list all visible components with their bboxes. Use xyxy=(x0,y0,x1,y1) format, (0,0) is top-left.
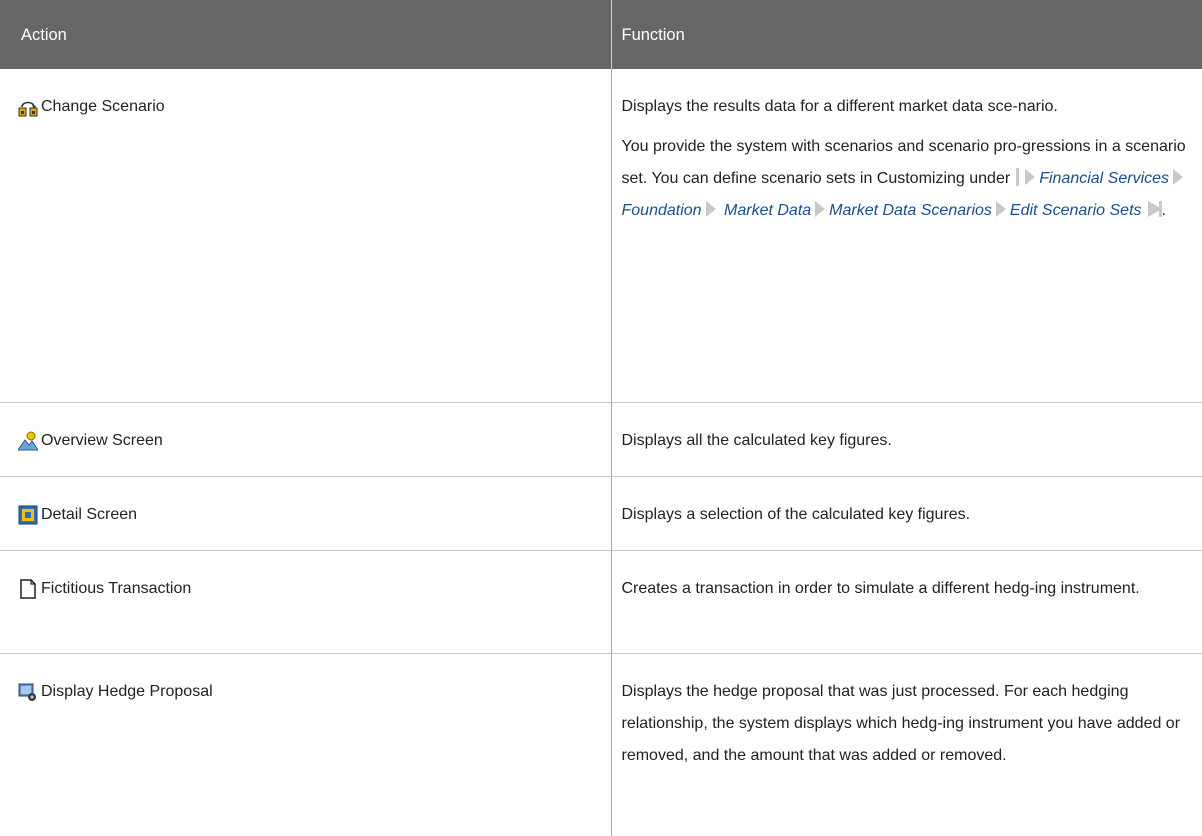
function-cell: Displays the hedge proposal that was jus… xyxy=(610,653,1202,836)
action-label: Overview Screen xyxy=(41,431,163,449)
function-text: Displays a selection of the calculated k… xyxy=(621,505,971,523)
path-arrow-icon xyxy=(705,201,716,217)
path-segment-edit-scenario-sets[interactable]: Edit Scenario Sets xyxy=(1010,202,1142,219)
function-cell: Creates a transaction in order to simula… xyxy=(610,550,1202,654)
table-row: Detail Screen Displays a selection of th… xyxy=(0,476,1202,551)
path-arrow-icon xyxy=(1025,169,1036,185)
function-text: Displays the hedge proposal that was jus… xyxy=(621,682,1181,764)
path-segment-market-data-scenarios[interactable]: Market Data Scenarios xyxy=(829,202,992,219)
function-text: Creates a transaction in order to simula… xyxy=(621,579,1140,597)
document-icon xyxy=(20,578,36,599)
action-label: Detail Screen xyxy=(41,505,138,523)
path-segment-market-data[interactable]: Market Data xyxy=(724,202,811,219)
path-arrow-icon xyxy=(995,201,1006,217)
function-text-customizing: You provide the system with scenarios an… xyxy=(622,131,1189,227)
actions-table: Action Function Change Scenario Displays… xyxy=(0,0,1202,836)
path-start-marker xyxy=(1016,168,1020,186)
function-cell: Displays a selection of the calculated k… xyxy=(610,476,1202,551)
action-cell: Display Hedge Proposal xyxy=(0,653,611,836)
overview-screen-icon xyxy=(18,431,38,450)
path-segment-foundation[interactable]: Foundation xyxy=(622,202,702,219)
path-arrow-icon xyxy=(1173,169,1184,185)
action-cell: Overview Screen xyxy=(0,402,611,477)
function-cell: Displays the results data for a differen… xyxy=(610,69,1202,403)
action-cell: Fictitious Transaction xyxy=(0,550,611,654)
change-scenario-icon xyxy=(18,101,38,117)
function-column-header: Function xyxy=(610,0,1202,69)
function-cell: Displays all the calculated key figures. xyxy=(610,402,1202,477)
function-text: Displays all the calculated key figures. xyxy=(621,431,892,449)
path-arrow-icon xyxy=(815,201,826,217)
table-row: Display Hedge Proposal Displays the hedg… xyxy=(0,653,1202,836)
path-segment-financial-services[interactable]: Financial Services xyxy=(1039,170,1169,187)
action-label: Display Hedge Proposal xyxy=(41,682,213,700)
table-row: Fictitious Transaction Creates a transac… xyxy=(0,550,1202,654)
path-end-arrow-icon xyxy=(1147,201,1162,217)
function-text: Displays the results data for a differen… xyxy=(621,98,1058,115)
table-header-row: Action Function xyxy=(0,0,1202,69)
action-label: Fictitious Transaction xyxy=(41,579,192,597)
action-cell: Detail Screen xyxy=(0,476,611,551)
hedge-proposal-icon xyxy=(18,683,36,701)
action-column-header: Action xyxy=(0,0,611,69)
action-label: Change Scenario xyxy=(41,98,165,115)
action-cell: Change Scenario xyxy=(0,69,611,403)
table-row: Overview Screen Displays all the calcula… xyxy=(0,402,1202,477)
table-row: Change Scenario Displays the results dat… xyxy=(0,69,1202,403)
detail-screen-icon xyxy=(18,505,38,524)
path-end-punctuation: . xyxy=(1161,202,1166,219)
